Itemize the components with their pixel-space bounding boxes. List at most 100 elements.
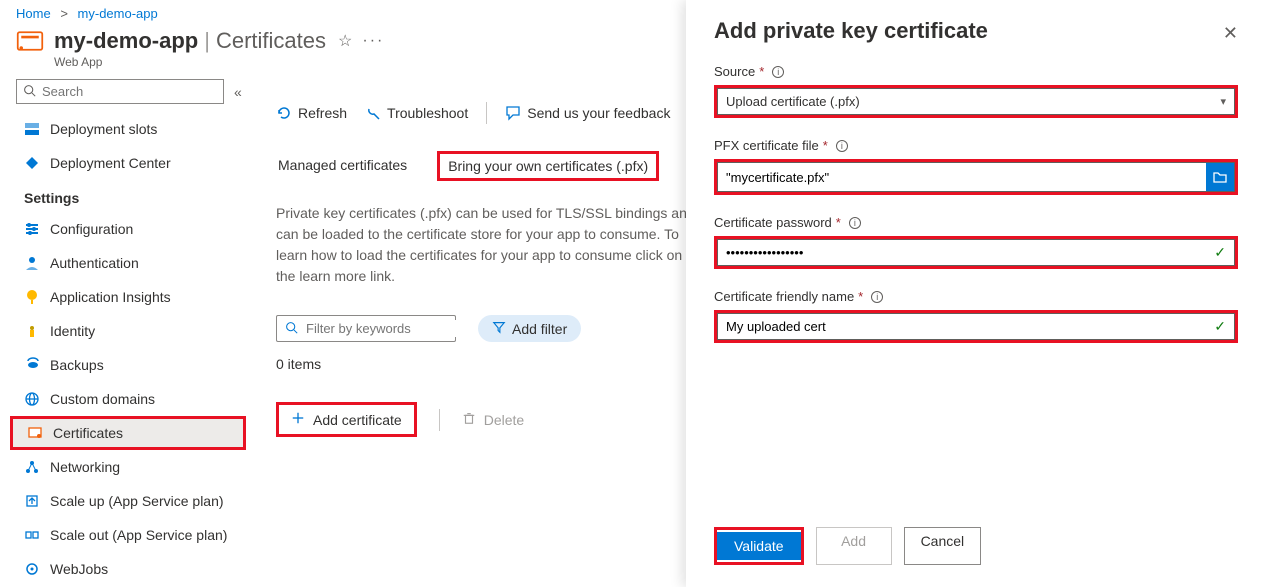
info-icon[interactable]: i xyxy=(871,291,883,303)
troubleshoot-icon xyxy=(365,105,381,121)
sidebar-item-configuration[interactable]: Configuration xyxy=(16,212,246,246)
sidebar-item-label: Backups xyxy=(50,357,104,373)
authentication-icon xyxy=(24,255,40,271)
info-icon[interactable]: i xyxy=(836,140,848,152)
custom-domains-icon xyxy=(24,391,40,407)
sidebar-item-label: Networking xyxy=(50,459,120,475)
friendly-name-input[interactable] xyxy=(718,314,1214,339)
sidebar-item-label: Application Insights xyxy=(50,289,171,305)
check-icon: ✓ xyxy=(1214,318,1234,335)
filter-keyword-input[interactable] xyxy=(304,320,484,337)
file-input[interactable] xyxy=(718,165,1206,190)
sidebar-item-scale-up[interactable]: Scale up (App Service plan) xyxy=(16,484,246,518)
sidebar-section-settings: Settings xyxy=(16,180,246,212)
certificates-icon xyxy=(27,425,43,441)
password-input[interactable] xyxy=(718,240,1214,265)
sidebar-item-webjobs[interactable]: WebJobs xyxy=(16,552,246,586)
webjobs-icon xyxy=(24,561,40,577)
tab-managed-certificates[interactable]: Managed certificates xyxy=(276,151,409,181)
sidebar-item-app-insights[interactable]: Application Insights xyxy=(16,280,246,314)
sidebar-item-label: Deployment Center xyxy=(50,155,171,171)
sidebar-item-label: Configuration xyxy=(50,221,133,237)
sidebar-item-deployment-slots[interactable]: Deployment slots xyxy=(16,112,246,146)
trash-icon xyxy=(462,411,476,428)
page-title-section: Certificates xyxy=(216,28,326,54)
delete-button[interactable]: Delete xyxy=(462,411,524,428)
sidebar-item-identity[interactable]: Identity xyxy=(16,314,246,348)
app-insights-icon xyxy=(24,289,40,305)
close-icon[interactable]: ✕ xyxy=(1223,24,1238,42)
source-label: Source*i xyxy=(714,64,1238,79)
filter-icon xyxy=(492,320,506,337)
source-select[interactable]: Upload certificate (.pfx) ▾ xyxy=(717,88,1235,115)
add-certificate-button[interactable]: Add certificate xyxy=(276,402,417,437)
folder-icon xyxy=(1212,169,1228,185)
networking-icon xyxy=(24,459,40,475)
favorite-star-icon[interactable]: ☆ xyxy=(338,31,352,51)
refresh-label: Refresh xyxy=(298,105,347,121)
sidebar-item-label: Scale out (App Service plan) xyxy=(50,527,227,543)
collapse-sidebar-icon[interactable]: « xyxy=(234,84,242,100)
webapp-icon xyxy=(16,27,44,55)
sidebar-item-label: Deployment slots xyxy=(50,121,157,137)
info-icon[interactable]: i xyxy=(849,217,861,229)
breadcrumb-app[interactable]: my-demo-app xyxy=(78,6,158,21)
validate-button-highlight: Validate xyxy=(714,527,804,565)
password-label: Certificate password*i xyxy=(714,215,1238,230)
sidebar-item-custom-domains[interactable]: Custom domains xyxy=(16,382,246,416)
browse-file-button[interactable] xyxy=(1206,163,1234,191)
sidebar-item-deployment-center[interactable]: Deployment Center xyxy=(16,146,246,180)
info-icon[interactable]: i xyxy=(772,66,784,78)
filter-keyword-box[interactable] xyxy=(276,315,456,342)
tab-byo-certificates[interactable]: Bring your own certificates (.pfx) xyxy=(437,151,659,181)
friendly-name-row: ✓ xyxy=(717,313,1235,340)
breadcrumb-sep: > xyxy=(54,6,74,21)
more-menu-icon[interactable]: ··· xyxy=(362,32,384,50)
chevron-down-icon: ▾ xyxy=(1220,95,1226,108)
troubleshoot-label: Troubleshoot xyxy=(387,105,468,121)
file-label: PFX certificate file*i xyxy=(714,138,1238,153)
delete-label: Delete xyxy=(484,412,524,428)
check-icon: ✓ xyxy=(1214,244,1234,261)
add-filter-button[interactable]: Add filter xyxy=(478,315,581,342)
sidebar-item-authentication[interactable]: Authentication xyxy=(16,246,246,280)
add-certificate-label: Add certificate xyxy=(313,412,402,428)
file-input-row xyxy=(717,162,1235,192)
sidebar: « Deployment slots Deployment Center Set… xyxy=(0,79,256,587)
sidebar-item-label: Certificates xyxy=(53,425,123,441)
add-button[interactable]: Add xyxy=(816,527,892,565)
sidebar-item-label: WebJobs xyxy=(50,561,108,577)
page-title-app: my-demo-app xyxy=(54,28,198,54)
scale-up-icon xyxy=(24,493,40,509)
sidebar-search[interactable] xyxy=(16,79,224,104)
sidebar-item-label: Custom domains xyxy=(50,391,155,407)
add-certificate-panel: Add private key certificate ✕ Source*i U… xyxy=(686,0,1266,587)
scale-out-icon xyxy=(24,527,40,543)
sidebar-item-backups[interactable]: Backups xyxy=(16,348,246,382)
friendly-name-label: Certificate friendly name*i xyxy=(714,289,1238,304)
refresh-icon xyxy=(276,105,292,121)
feedback-button[interactable]: Send us your feedback xyxy=(505,105,670,121)
sidebar-item-certificates[interactable]: Certificates xyxy=(10,416,246,450)
search-icon xyxy=(285,321,298,337)
identity-icon xyxy=(24,323,40,339)
description-text: Private key certificates (.pfx) can be u… xyxy=(276,203,696,287)
configuration-icon xyxy=(24,221,40,237)
title-pipe: | xyxy=(198,28,216,54)
add-filter-label: Add filter xyxy=(512,321,567,337)
cancel-button[interactable]: Cancel xyxy=(904,527,982,565)
search-icon xyxy=(23,84,36,100)
sidebar-item-label: Identity xyxy=(50,323,95,339)
source-select-value: Upload certificate (.pfx) xyxy=(726,94,860,109)
breadcrumb-home[interactable]: Home xyxy=(16,6,51,21)
refresh-button[interactable]: Refresh xyxy=(276,105,347,121)
validate-button[interactable]: Validate xyxy=(717,532,801,560)
feedback-label: Send us your feedback xyxy=(527,105,670,121)
sidebar-item-scale-out[interactable]: Scale out (App Service plan) xyxy=(16,518,246,552)
deployment-center-icon xyxy=(24,155,40,171)
sidebar-item-networking[interactable]: Networking xyxy=(16,450,246,484)
password-input-row: ✓ xyxy=(717,239,1235,266)
troubleshoot-button[interactable]: Troubleshoot xyxy=(365,105,468,121)
feedback-icon xyxy=(505,105,521,121)
sidebar-search-input[interactable] xyxy=(40,83,220,100)
